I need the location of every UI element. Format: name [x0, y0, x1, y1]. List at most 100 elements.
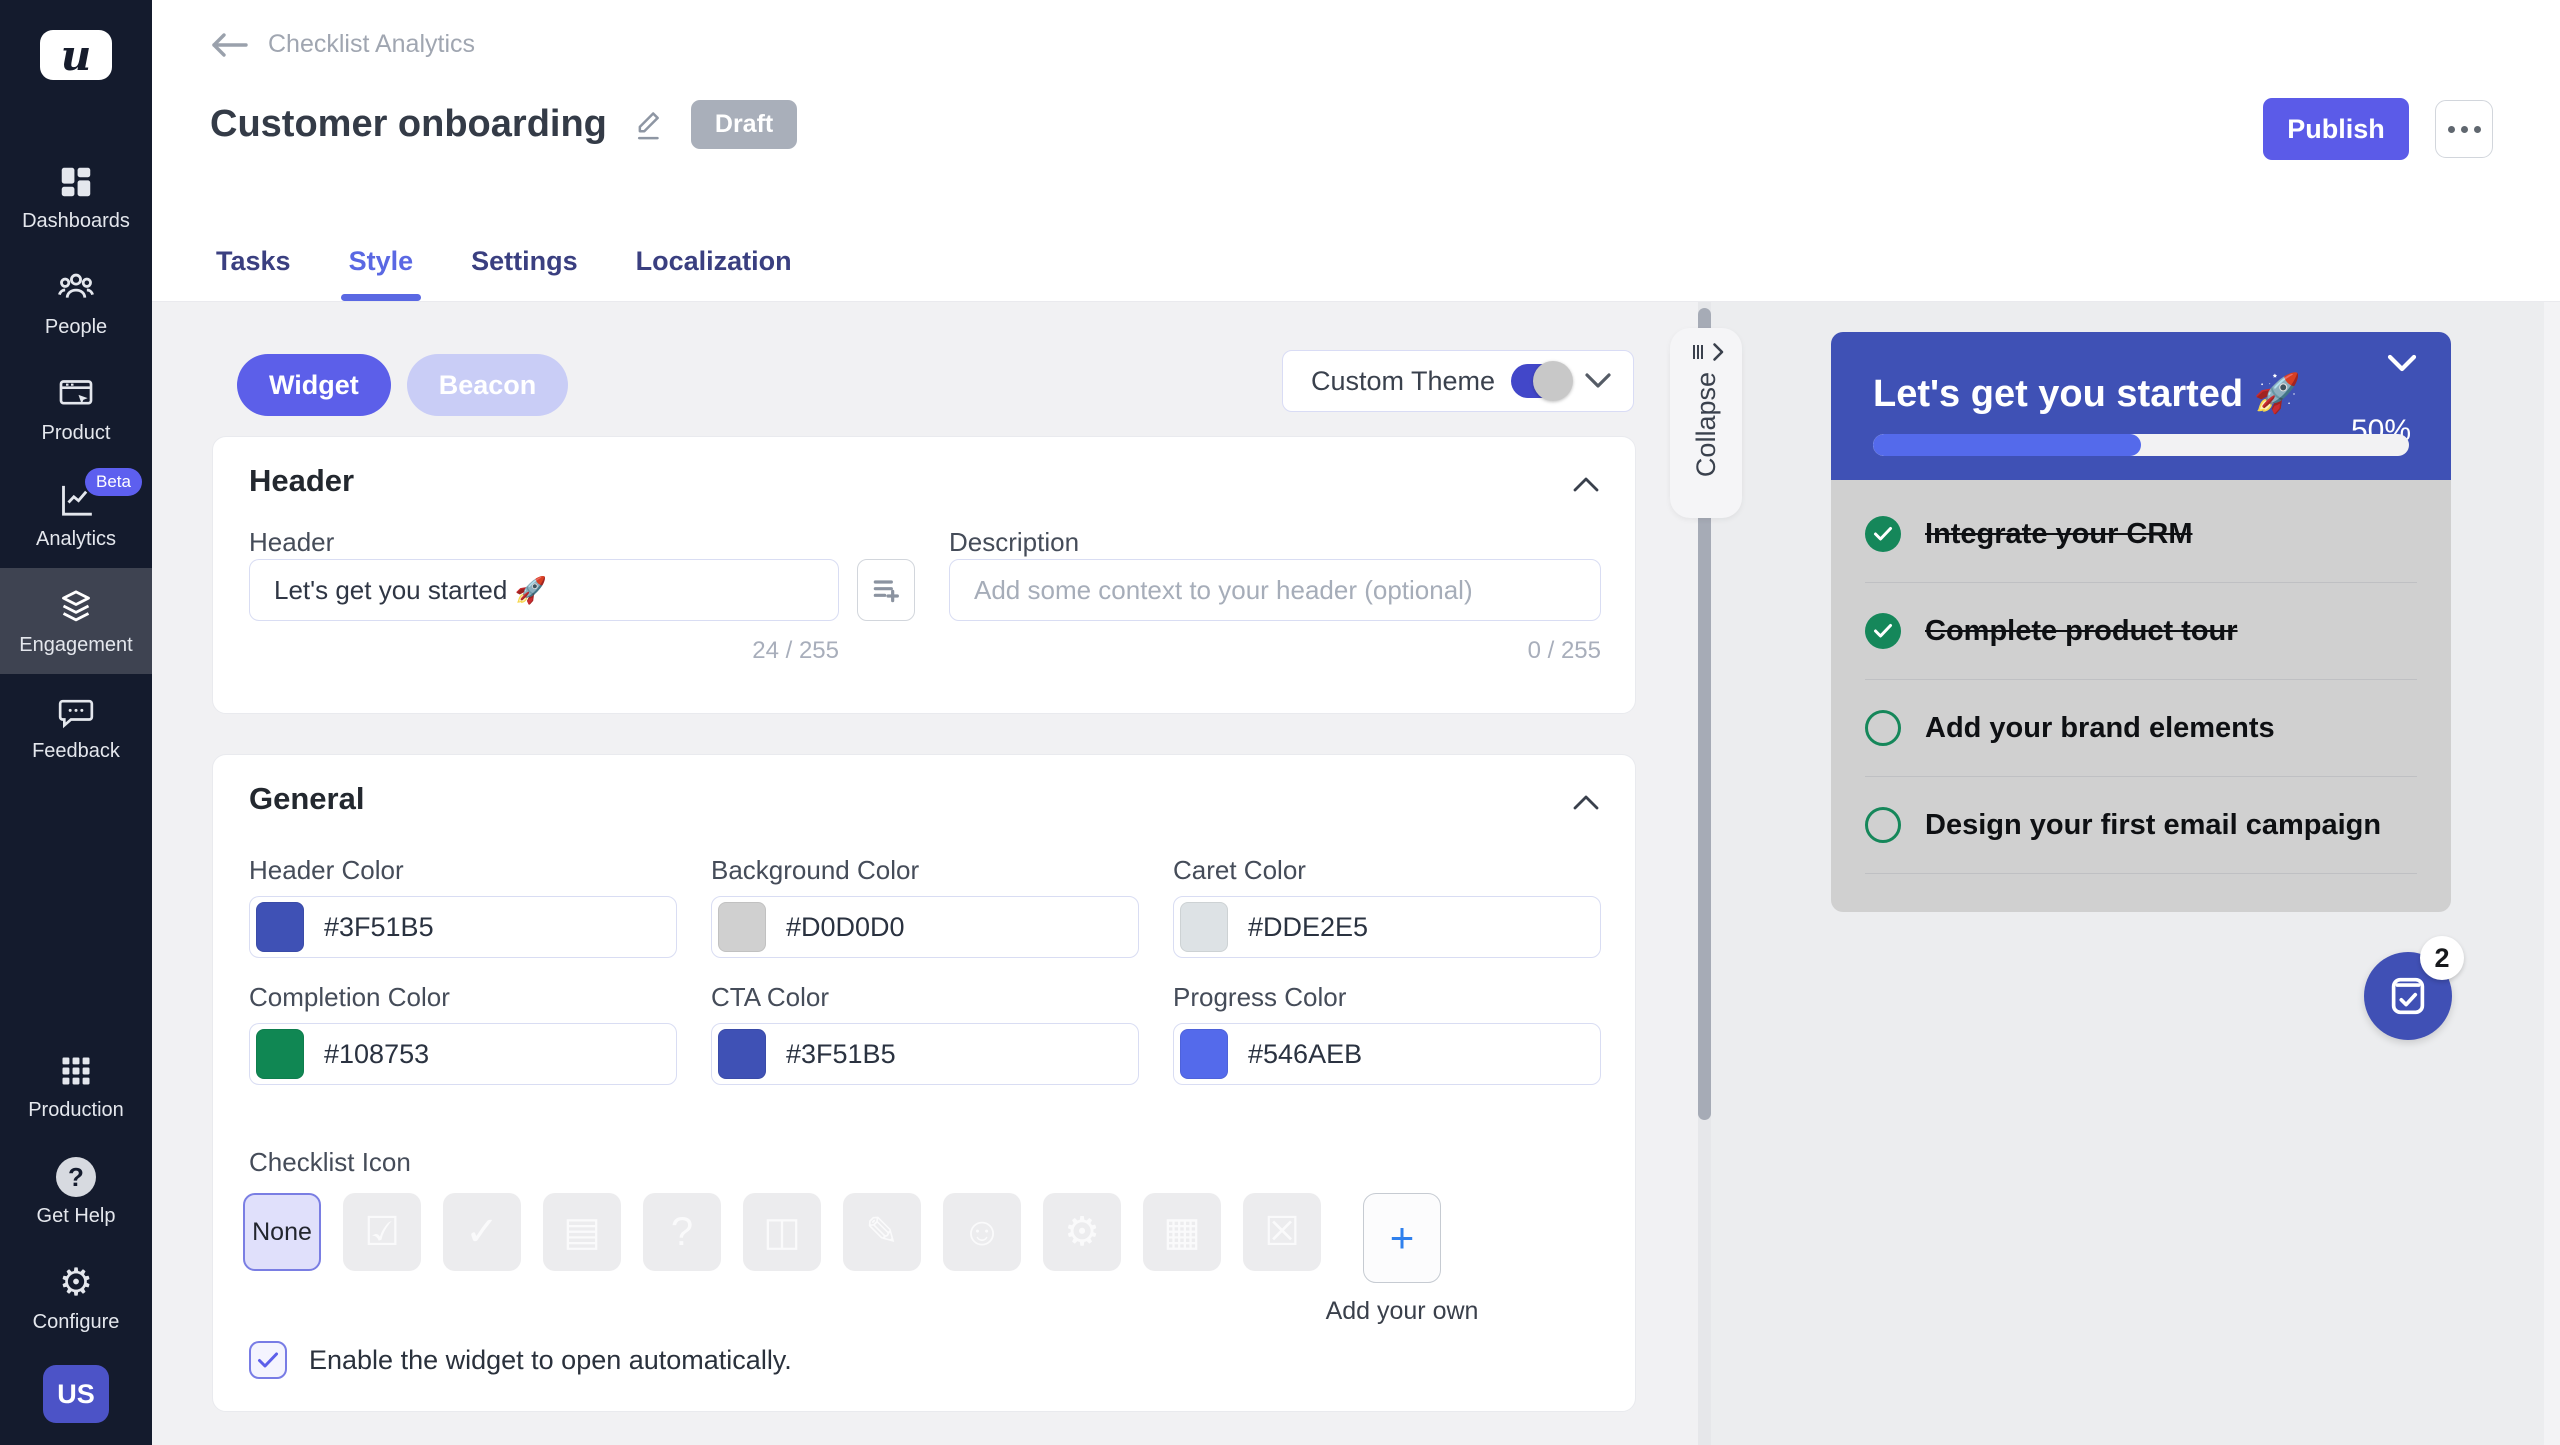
color-field-label: Progress Color [1173, 982, 1601, 1013]
description-field-label: Description [949, 527, 1079, 558]
dot-icon [2461, 126, 2468, 133]
app-sidebar: u Dashboards People [0, 0, 152, 1445]
add-list-item-button[interactable] [857, 559, 915, 621]
sidebar-item-engagement[interactable]: Engagement [0, 568, 152, 674]
custom-theme-selector[interactable]: Custom Theme [1282, 350, 1634, 412]
style-editor-content: Widget Beacon Custom Theme Header Header… [152, 302, 2560, 1445]
sidebar-item-get-help[interactable]: ? Get Help [0, 1139, 152, 1245]
circuit-icon[interactable]: ⚙ [1043, 1193, 1121, 1271]
cta-color-picker[interactable]: #3F51B5 [711, 1023, 1139, 1085]
collapse-panel-tab[interactable]: Collapse [1670, 328, 1742, 518]
caret-color-picker[interactable]: #DDE2E5 [1173, 896, 1601, 958]
layers-icon [55, 585, 97, 627]
map-icon[interactable]: ▦ [1143, 1193, 1221, 1271]
sidebar-item-product[interactable]: Product [0, 356, 152, 462]
color-swatch [256, 1029, 304, 1079]
sidebar-item-people[interactable]: People [0, 250, 152, 356]
more-menu-button[interactable] [2435, 100, 2493, 158]
smiley-icon[interactable]: ☺ [943, 1193, 1021, 1271]
chevron-right-icon [1712, 342, 1725, 362]
completed-check-icon [1865, 613, 1901, 649]
header-card-title: Header [249, 463, 354, 499]
clipboard-check-icon[interactable]: ☑ [343, 1193, 421, 1271]
sidebar-item-configure[interactable]: ⚙ Configure [0, 1245, 152, 1351]
color-hex-value: #3F51B5 [324, 912, 434, 943]
checklist-item-label: Complete product tour [1925, 615, 2238, 648]
checklist-launcher-button[interactable]: 2 [2364, 952, 2452, 1040]
sidebar-bottom-nav: Production ? Get Help ⚙ Configure [0, 1033, 152, 1351]
header-char-counter: 24 / 255 [249, 637, 839, 665]
header-color-picker[interactable]: #3F51B5 [249, 896, 677, 958]
beacon-mode-button[interactable]: Beacon [407, 354, 569, 416]
progress-color-picker[interactable]: #546AEB [1173, 1023, 1601, 1085]
robot-icon[interactable]: ☒ [1243, 1193, 1321, 1271]
book-icon[interactable]: ◫ [743, 1193, 821, 1271]
sidebar-item-production[interactable]: Production [0, 1033, 152, 1139]
color-swatch [256, 902, 304, 952]
checkmark-icon[interactable]: ✓ [443, 1193, 521, 1271]
chevron-up-icon[interactable] [1573, 477, 1599, 492]
custom-theme-toggle[interactable] [1511, 364, 1569, 398]
description-input[interactable] [949, 559, 1601, 621]
edit-pencil-icon[interactable] [633, 108, 665, 142]
add-your-own-button[interactable]: + [1363, 1193, 1441, 1283]
color-field-completion: Completion Color #108753 [249, 982, 677, 1085]
tab-localization[interactable]: Localization [636, 246, 792, 301]
widget-mode-button[interactable]: Widget [237, 354, 391, 416]
color-field-background: Background Color #D0D0D0 [711, 855, 1139, 958]
page-scrollbar-gutter[interactable] [2544, 302, 2560, 1445]
header-field-label: Header [249, 527, 334, 558]
sidebar-item-label: Dashboards [22, 210, 130, 233]
title-row: Customer onboarding Draft [210, 100, 797, 149]
color-field-label: Completion Color [249, 982, 677, 1013]
widget-preview-area: Let's get you started 🚀 50% Integrate yo… [1711, 302, 2560, 1445]
breadcrumb-row[interactable]: Checklist Analytics [210, 30, 475, 59]
pending-circle-icon [1865, 807, 1901, 843]
back-arrow-icon[interactable] [210, 32, 248, 58]
document-icon[interactable]: ▤ [543, 1193, 621, 1271]
widget-title: Let's get you started 🚀 [1873, 372, 2301, 416]
publish-button[interactable]: Publish [2263, 98, 2409, 160]
chevron-down-icon[interactable] [2387, 354, 2417, 372]
color-field-label: CTA Color [711, 982, 1139, 1013]
breadcrumb[interactable]: Checklist Analytics [268, 30, 475, 59]
custom-theme-label: Custom Theme [1311, 366, 1495, 397]
tab-style[interactable]: Style [349, 246, 414, 301]
header-input[interactable] [249, 559, 839, 621]
chat-bubble-icon [55, 691, 97, 733]
topbar: Checklist Analytics Customer onboarding … [152, 0, 2560, 302]
checklist-item[interactable]: Integrate your CRM [1865, 486, 2417, 583]
beta-badge: Beta [85, 468, 142, 496]
sidebar-item-feedback[interactable]: Feedback [0, 674, 152, 780]
checklist-item[interactable]: Design your first email campaign [1865, 777, 2417, 874]
background-color-picker[interactable]: #D0D0D0 [711, 896, 1139, 958]
sidebar-item-analytics[interactable]: Beta Analytics [0, 462, 152, 568]
dot-icon [2448, 126, 2455, 133]
sidebar-item-label: Get Help [37, 1205, 116, 1228]
progress-bar [1873, 434, 2409, 456]
add-your-own-label: Add your own [1282, 1297, 1522, 1326]
widget-header: Let's get you started 🚀 50% [1831, 332, 2451, 480]
dashboard-grid-icon [55, 161, 97, 203]
icon-option-none[interactable]: None [243, 1193, 321, 1271]
app-logo[interactable]: u [40, 30, 112, 80]
sidebar-item-label: Product [42, 422, 111, 445]
completion-color-picker[interactable]: #108753 [249, 1023, 677, 1085]
sidebar-item-dashboards[interactable]: Dashboards [0, 144, 152, 250]
question-icon[interactable]: ? [643, 1193, 721, 1271]
checklist-item[interactable]: Complete product tour [1865, 583, 2417, 680]
checklist-item[interactable]: Add your brand elements [1865, 680, 2417, 777]
tab-tasks[interactable]: Tasks [216, 246, 291, 301]
checklist-icon-options: None ☑ ✓ ▤ ? ◫ ✎ ☺ ⚙ ▦ ☒ + [243, 1193, 1441, 1283]
collapse-tab-label: Collapse [1691, 372, 1722, 477]
chevron-up-icon[interactable] [1573, 795, 1599, 810]
auto-open-checkbox[interactable] [249, 1341, 287, 1379]
color-hex-value: #108753 [324, 1039, 429, 1070]
chat-check-icon[interactable]: ✎ [843, 1193, 921, 1271]
sidebar-item-label: Configure [33, 1311, 120, 1334]
tab-settings[interactable]: Settings [471, 246, 578, 301]
user-avatar[interactable]: US [43, 1365, 109, 1423]
clipboard-check-icon [2385, 972, 2431, 1020]
topbar-actions: Publish [2263, 98, 2493, 160]
color-hex-value: #DDE2E5 [1248, 912, 1368, 943]
